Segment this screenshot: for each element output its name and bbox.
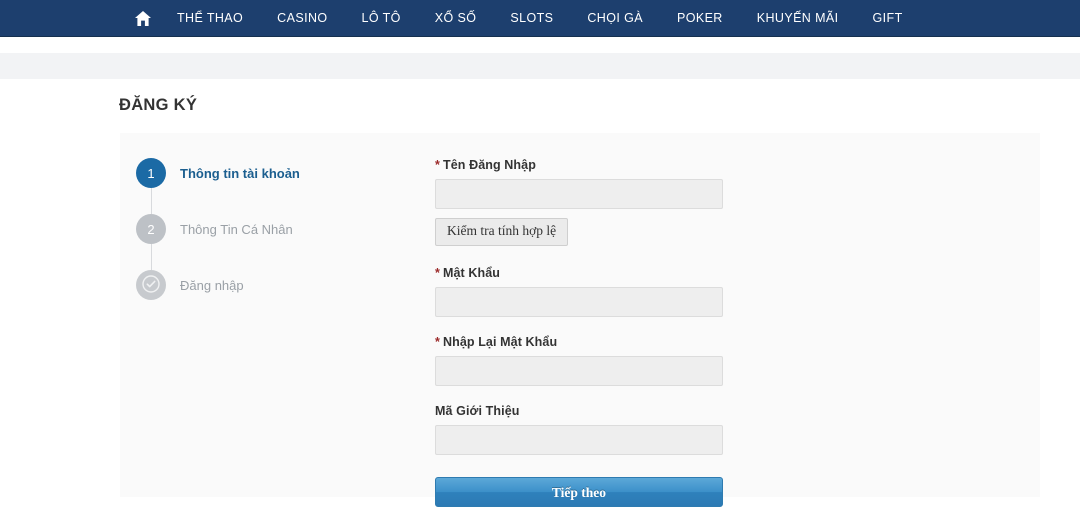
step-number-badge-1: 1	[136, 158, 166, 188]
confirm-password-label-text: Nhập Lại Mật Khẩu	[442, 334, 558, 349]
password-input[interactable]	[435, 286, 723, 317]
required-asterisk-password: *	[435, 265, 440, 280]
step-number-badge-2: 2	[136, 214, 166, 244]
nav-item-gift[interactable]: GIFT	[856, 0, 913, 37]
confirm-password-label: * Nhập Lại Mật Khẩu	[435, 335, 725, 349]
step-label-account-info: Thông tin tài khoản	[180, 165, 300, 181]
nav-item-choi-ga[interactable]: CHỌI GÀ	[570, 0, 660, 37]
registration-steps: 1 Thông tin tài khoản 2 Thông Tin Cá Nhâ…	[136, 145, 386, 313]
step-connector-2	[150, 242, 152, 270]
registration-panel: 1 Thông tin tài khoản 2 Thông Tin Cá Nhâ…	[120, 133, 1040, 507]
nav-items-container: THỂ THAO CASINO LÔ TÔ XỔ SỐ SLOTS CHỌI G…	[126, 0, 913, 37]
nav-item-khuyen-mai[interactable]: KHUYẾN MÃI	[740, 0, 856, 37]
step-label-login: Đăng nhập	[180, 277, 244, 293]
page-title: ĐĂNG KÝ	[119, 96, 198, 114]
step-item-account-info[interactable]: 1 Thông tin tài khoản	[136, 145, 386, 201]
registration-form: * Tên Đăng Nhập Kiểm tra tính hợp lệ * Mật…	[435, 158, 725, 507]
username-input[interactable]	[435, 179, 723, 209]
step-badge-login	[136, 270, 166, 300]
breadcrumb-strip	[0, 53, 1080, 79]
required-asterisk-username: *	[435, 158, 440, 172]
step-connector-1	[150, 186, 152, 214]
top-navigation-bar: THỂ THAO CASINO LÔ TÔ XỔ SỐ SLOTS CHỌI G…	[0, 0, 1080, 37]
password-label-text: Mật Khẩu	[442, 265, 501, 280]
nav-item-xo-so[interactable]: XỔ SỐ	[418, 0, 494, 37]
password-label: * Mật Khẩu	[435, 266, 725, 280]
step-item-login[interactable]: Đăng nhập	[136, 257, 386, 313]
check-availability-button[interactable]: Kiểm tra tính hợp lệ	[435, 218, 569, 246]
confirm-password-input[interactable]	[435, 355, 723, 386]
step-item-personal-info[interactable]: 2 Thông Tin Cá Nhân	[136, 201, 386, 257]
next-step-button[interactable]: Tiếp theo	[435, 476, 723, 507]
nav-item-casino[interactable]: CASINO	[260, 0, 344, 37]
username-label: * Tên Đăng Nhập	[435, 158, 725, 172]
step-label-personal-info: Thông Tin Cá Nhân	[180, 221, 293, 237]
nav-item-lo-to[interactable]: LÔ TÔ	[345, 0, 418, 37]
nav-item-poker[interactable]: POKER	[660, 0, 740, 37]
nav-home-button[interactable]	[126, 0, 160, 37]
nav-item-slots[interactable]: SLOTS	[493, 0, 570, 37]
nav-item-the-thao[interactable]: THỂ THAO	[160, 0, 260, 37]
username-label-text: Tên Đăng Nhập	[442, 158, 536, 172]
referral-code-label: Mã Giới Thiệu	[435, 403, 520, 418]
required-asterisk-confirm-password: *	[435, 334, 440, 349]
home-icon	[134, 10, 152, 27]
referral-code-input[interactable]	[435, 424, 723, 455]
check-circle-icon	[142, 274, 160, 296]
